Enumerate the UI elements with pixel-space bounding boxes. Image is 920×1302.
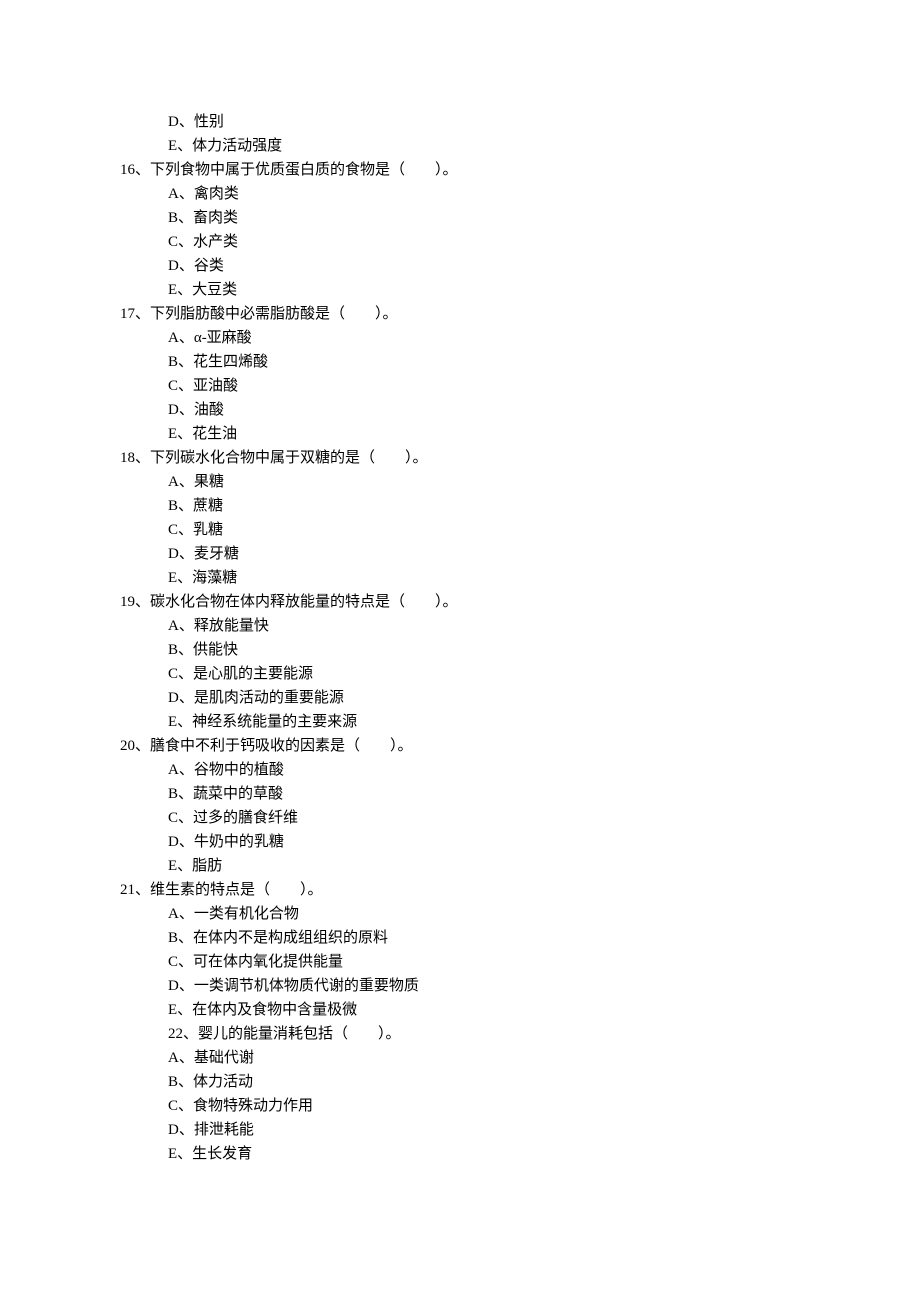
option-text: C、亚油酸 [120, 374, 800, 398]
option-text: A、果糖 [120, 470, 800, 494]
option-text: E、花生油 [120, 422, 800, 446]
option-text: B、体力活动 [120, 1070, 800, 1094]
option-text: C、可在体内氧化提供能量 [120, 950, 800, 974]
question-text: 19、碳水化合物在体内释放能量的特点是（ ）。 [120, 590, 800, 614]
option-text: C、是心肌的主要能源 [120, 662, 800, 686]
option-text: B、蔗糖 [120, 494, 800, 518]
question-text: 21、维生素的特点是（ ）。 [120, 878, 800, 902]
question-text: 22、婴儿的能量消耗包括（ ）。 [120, 1022, 800, 1046]
option-text: E、在体内及食物中含量极微 [120, 998, 800, 1022]
option-text: D、一类调节机体物质代谢的重要物质 [120, 974, 800, 998]
option-text: D、牛奶中的乳糖 [120, 830, 800, 854]
question-text: 16、下列食物中属于优质蛋白质的食物是（ ）。 [120, 158, 800, 182]
option-text: D、是肌肉活动的重要能源 [120, 686, 800, 710]
option-text: E、体力活动强度 [120, 134, 800, 158]
option-text: C、乳糖 [120, 518, 800, 542]
option-text: E、海藻糖 [120, 566, 800, 590]
option-text: B、供能快 [120, 638, 800, 662]
option-text: A、谷物中的植酸 [120, 758, 800, 782]
option-text: B、花生四烯酸 [120, 350, 800, 374]
option-text: D、麦牙糖 [120, 542, 800, 566]
option-text: D、性别 [120, 110, 800, 134]
question-text: 17、下列脂肪酸中必需脂肪酸是（ ）。 [120, 302, 800, 326]
option-text: A、一类有机化合物 [120, 902, 800, 926]
option-text: E、脂肪 [120, 854, 800, 878]
option-text: A、基础代谢 [120, 1046, 800, 1070]
option-text: C、食物特殊动力作用 [120, 1094, 800, 1118]
option-text: C、过多的膳食纤维 [120, 806, 800, 830]
option-text: A、α-亚麻酸 [120, 326, 800, 350]
option-text: A、禽肉类 [120, 182, 800, 206]
option-text: E、神经系统能量的主要来源 [120, 710, 800, 734]
option-text: D、谷类 [120, 254, 800, 278]
question-text: 20、膳食中不利于钙吸收的因素是（ ）。 [120, 734, 800, 758]
option-text: B、在体内不是构成组组织的原料 [120, 926, 800, 950]
option-text: D、油酸 [120, 398, 800, 422]
option-text: B、蔬菜中的草酸 [120, 782, 800, 806]
option-text: A、释放能量快 [120, 614, 800, 638]
option-text: B、畜肉类 [120, 206, 800, 230]
question-text: 18、下列碳水化合物中属于双糖的是（ ）。 [120, 446, 800, 470]
option-text: C、水产类 [120, 230, 800, 254]
document-page: D、性别E、体力活动强度16、下列食物中属于优质蛋白质的食物是（ ）。A、禽肉类… [0, 0, 920, 1226]
option-text: E、大豆类 [120, 278, 800, 302]
option-text: D、排泄耗能 [120, 1118, 800, 1142]
option-text: E、生长发育 [120, 1142, 800, 1166]
